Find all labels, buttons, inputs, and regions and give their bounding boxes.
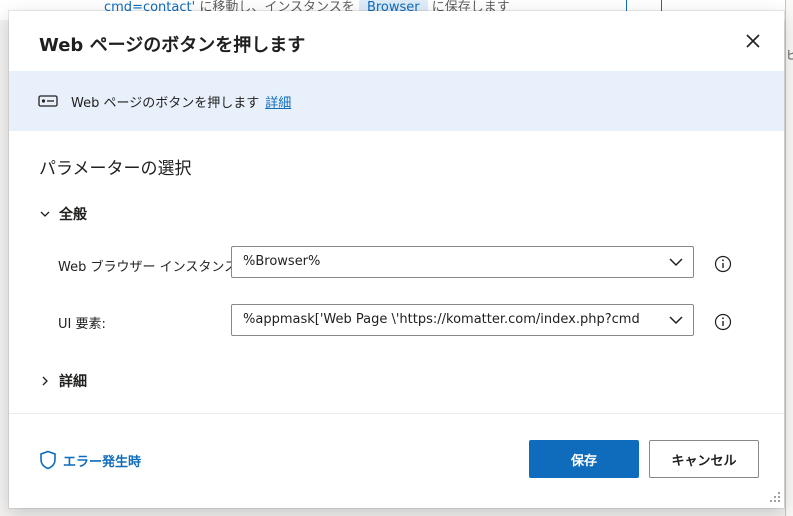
button-icon — [38, 95, 58, 107]
cancel-button[interactable]: キャンセル — [649, 440, 759, 478]
parameters-heading: パラメーターの選択 — [39, 159, 192, 179]
ui-element-label: UI 要素: — [58, 317, 106, 332]
ui-element-value: %appmask['Web Page \'https://komatter.co… — [243, 312, 640, 327]
chevron-right-icon — [42, 376, 48, 386]
info-icon[interactable] — [714, 255, 732, 273]
shield-icon — [40, 450, 56, 470]
browser-instance-dropdown[interactable]: %Browser% — [231, 246, 694, 278]
ui-element-dropdown[interactable]: %appmask['Web Page \'https://komatter.co… — [231, 304, 694, 336]
on-error-label: エラー発生時 — [63, 454, 142, 470]
details-link[interactable]: 詳細 — [265, 96, 291, 111]
browser-instance-value: %Browser% — [243, 254, 321, 269]
advanced-group-toggle[interactable]: 詳細 — [39, 370, 87, 392]
info-icon[interactable] — [714, 313, 732, 331]
footer-divider — [9, 413, 784, 414]
on-error-link[interactable]: エラー発生時 — [39, 450, 141, 470]
background-side-panel — [785, 0, 793, 516]
general-group-label: 全般 — [59, 207, 87, 223]
press-button-dialog: Web ページのボタンを押します Web ページのボタンを押します 詳細 パラメー… — [9, 11, 784, 508]
chevron-down-icon — [669, 316, 683, 325]
chevron-down-icon — [669, 258, 683, 267]
close-button[interactable] — [740, 28, 766, 54]
action-info-banner: Web ページのボタンを押します 詳細 — [9, 71, 784, 131]
save-button[interactable]: 保存 — [529, 440, 639, 478]
close-icon — [746, 34, 760, 48]
resize-grip-icon[interactable] — [767, 489, 781, 503]
banner-text: Web ページのボタンを押します 詳細 — [71, 92, 291, 111]
general-group-toggle[interactable]: 全般 — [39, 203, 87, 225]
dialog-title: Web ページのボタンを押します — [39, 35, 306, 56]
background-side-glyph: ビ — [786, 48, 793, 62]
banner-description: Web ページのボタンを押します — [71, 96, 260, 111]
advanced-group-label: 詳細 — [59, 374, 87, 390]
browser-instance-label: Web ブラウザー インスタンス: — [58, 260, 242, 275]
chevron-down-icon — [40, 211, 50, 217]
